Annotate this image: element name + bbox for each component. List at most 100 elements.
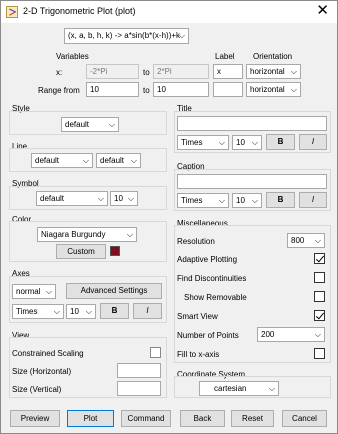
- x-label: x:: [56, 68, 63, 77]
- chevron-down-icon: ⌵: [45, 287, 52, 296]
- chevron-down-icon: ⌵: [178, 31, 185, 40]
- chevron-down-icon: ⌵: [82, 156, 89, 165]
- axes-mode-select[interactable]: normal ⌵: [12, 284, 56, 299]
- number-of-points-select[interactable]: 200 ⌵: [257, 327, 325, 342]
- x-from-value: -2*Pi: [90, 67, 108, 76]
- smart-view-checkbox[interactable]: [314, 310, 325, 321]
- caption-bold-button[interactable]: B: [266, 192, 295, 208]
- title-input[interactable]: [177, 116, 327, 131]
- close-icon[interactable]: ✕: [316, 3, 329, 19]
- symbol-size-select[interactable]: 10 ⌵: [110, 191, 138, 206]
- chevron-down-icon: ⌵: [97, 194, 104, 203]
- title-font-value: Times: [181, 138, 203, 147]
- x-label-input[interactable]: x: [213, 64, 243, 79]
- line-style-select[interactable]: default ⌵: [31, 153, 93, 168]
- x-to-input[interactable]: 2*Pi: [153, 64, 209, 79]
- chevron-down-icon: ⌵: [130, 156, 137, 165]
- title-font-select[interactable]: Times ⌵: [177, 135, 229, 150]
- caption-font-select[interactable]: Times ⌵: [177, 193, 229, 208]
- range-to-input[interactable]: 10: [153, 82, 209, 97]
- chevron-down-icon: ⌵: [127, 194, 134, 203]
- style-value: default: [65, 120, 90, 129]
- constrained-scaling-checkbox[interactable]: [150, 347, 161, 358]
- formula-select[interactable]: (x, a, b, h, k) -> a*sin(b*(x-h))+k ⌵: [64, 28, 189, 44]
- window-title: 2-D Trigonometric Plot (plot): [23, 6, 136, 16]
- axes-mode-value: normal: [16, 287, 41, 296]
- axes-bold-button[interactable]: B: [100, 303, 129, 319]
- axes-italic-button[interactable]: I: [133, 303, 162, 319]
- chevron-down-icon: ⌵: [251, 196, 258, 205]
- cancel-button[interactable]: Cancel: [282, 410, 327, 427]
- plot-button[interactable]: Plot: [67, 410, 114, 427]
- find-discontinuities-checkbox[interactable]: [314, 272, 325, 283]
- x-label-value: x: [217, 67, 221, 76]
- axes-font-value: Times: [16, 307, 38, 316]
- chevron-down-icon: ⌵: [314, 236, 321, 245]
- size-vertical-label: Size (Vertical): [12, 385, 62, 394]
- coordinate-system-value: cartesian: [214, 384, 247, 393]
- caption-font-value: Times: [181, 196, 203, 205]
- symbol-style-select[interactable]: default ⌵: [36, 191, 108, 206]
- reset-button[interactable]: Reset: [231, 410, 274, 427]
- title-size-select[interactable]: 10 ⌵: [232, 135, 262, 150]
- range-from-value: 10: [90, 85, 99, 94]
- resolution-select[interactable]: 800 ⌵: [287, 233, 325, 248]
- variables-header: Variables: [56, 52, 89, 61]
- coordinate-system-select[interactable]: cartesian ⌵: [199, 381, 279, 396]
- advanced-settings-button[interactable]: Advanced Settings: [66, 283, 162, 299]
- caption-italic-button[interactable]: I: [299, 192, 327, 208]
- range-to-value: 10: [157, 85, 166, 94]
- chevron-down-icon: ⌵: [218, 196, 225, 205]
- range-orientation-select[interactable]: horizontal ⌵: [246, 82, 301, 97]
- axes-size-select[interactable]: 10 ⌵: [66, 304, 96, 319]
- chevron-down-icon: ⌵: [268, 384, 275, 393]
- show-removable-checkbox[interactable]: [314, 291, 325, 302]
- title-bold-button[interactable]: B: [266, 134, 295, 150]
- color-swatch[interactable]: [110, 246, 120, 256]
- to-label: to: [143, 86, 150, 95]
- custom-color-button[interactable]: Custom: [56, 244, 106, 259]
- symbol-style-value: default: [40, 194, 65, 203]
- chevron-down-icon: ⌵: [290, 85, 297, 94]
- size-horizontal-input[interactable]: [117, 363, 161, 378]
- axes-font-select[interactable]: Times ⌵: [12, 304, 64, 319]
- chevron-down-icon: ⌵: [126, 230, 133, 239]
- smart-view-label: Smart View: [177, 312, 218, 321]
- x-from-input[interactable]: -2*Pi: [86, 64, 139, 79]
- label-header: Label: [215, 52, 235, 61]
- show-removable-label: Show Removable: [184, 293, 247, 302]
- formula-value: (x, a, b, h, k) -> a*sin(b*(x-h))+k: [68, 31, 181, 40]
- chevron-down-icon: ⌵: [85, 307, 92, 316]
- caption-size-select[interactable]: 10 ⌵: [232, 193, 262, 208]
- chevron-down-icon: ⌵: [53, 307, 60, 316]
- symbol-size-value: 10: [114, 194, 123, 203]
- chevron-down-icon: ⌵: [218, 138, 225, 147]
- chevron-down-icon: ⌵: [251, 138, 258, 147]
- x-orientation-value: horizontal: [250, 67, 285, 76]
- resolution-value: 800: [291, 236, 305, 245]
- color-select[interactable]: Niagara Burgundy ⌵: [37, 227, 137, 242]
- orientation-header: Orientation: [253, 52, 293, 61]
- range-from-input[interactable]: 10: [86, 82, 139, 97]
- chevron-down-icon: ⌵: [108, 120, 115, 129]
- number-of-points-value: 200: [261, 330, 275, 339]
- title-italic-button[interactable]: I: [299, 134, 327, 150]
- line-width-select[interactable]: default ⌵: [96, 153, 141, 168]
- style-select[interactable]: default ⌵: [61, 117, 119, 132]
- preview-button[interactable]: Preview: [10, 410, 60, 427]
- size-vertical-input[interactable]: [117, 381, 161, 396]
- back-button[interactable]: Back: [180, 410, 225, 427]
- x-to-value: 2*Pi: [157, 67, 172, 76]
- plot-dialog: 2-D Trigonometric Plot (plot) ✕ (x, a, b…: [0, 0, 338, 434]
- find-discontinuities-label: Find Discontinuities: [177, 274, 247, 283]
- command-button[interactable]: Command: [121, 410, 171, 427]
- size-horizontal-label: Size (Horizontal): [12, 367, 72, 376]
- resolution-label: Resolution: [177, 237, 215, 246]
- fill-to-x-axis-checkbox[interactable]: [314, 348, 325, 359]
- x-orientation-select[interactable]: horizontal ⌵: [246, 64, 301, 79]
- adaptive-plotting-checkbox[interactable]: [314, 253, 325, 264]
- adaptive-plotting-label: Adaptive Plotting: [177, 255, 238, 264]
- line-width-value: default: [100, 156, 125, 165]
- range-label-input[interactable]: [213, 82, 243, 97]
- caption-input[interactable]: [177, 174, 327, 189]
